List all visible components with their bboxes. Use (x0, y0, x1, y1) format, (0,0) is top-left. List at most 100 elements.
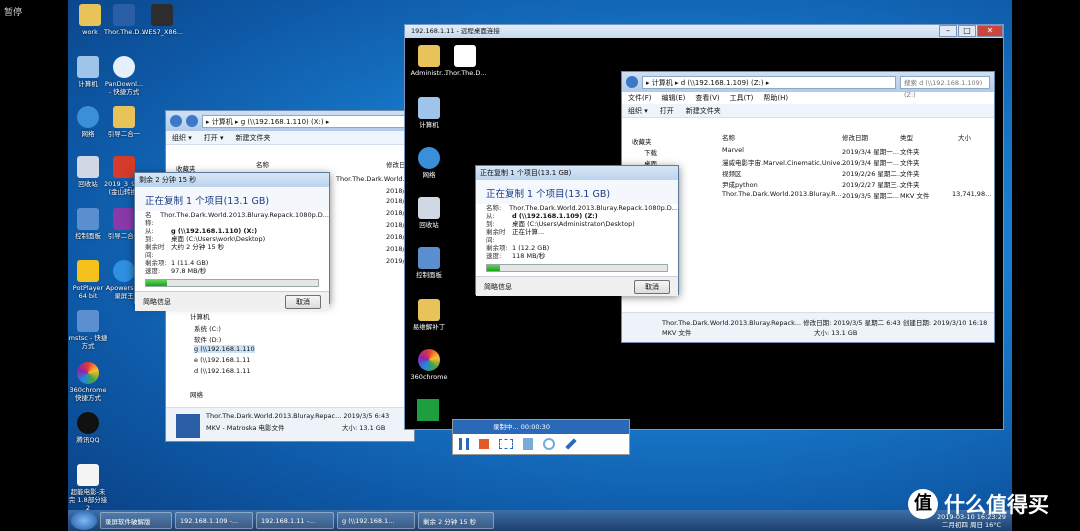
copy-dialog-remote[interactable]: 正在复制 1 个项目(13.1 GB) 正在复制 1 个项目(13.1 GB) … (475, 165, 679, 296)
column-header-date[interactable]: 修改日 (386, 159, 406, 169)
desktop-icon-network[interactable]: 网络 (68, 106, 108, 138)
desktop-icon-potplayer[interactable]: PotPlayer 64 bit (68, 260, 108, 300)
taskbar-item-recorder[interactable]: 录屏软件破解版 (100, 512, 172, 529)
rdp-icon-recycle[interactable]: 回收站 (409, 197, 449, 229)
desktop-icon-mstsc[interactable]: mstsc - 快捷方式 (68, 310, 108, 350)
control-panel-icon (77, 208, 99, 230)
nav-item-computer[interactable]: 计算机 (190, 311, 210, 321)
rdp-icon-control-panel[interactable]: 控制面板 (409, 247, 449, 279)
minimize-button[interactable]: – (939, 25, 957, 37)
search-input[interactable]: 搜索 d (\\192.168.1.109) (Z:) (900, 75, 990, 99)
rdp-icon-patch[interactable]: 易维解补丁 (409, 299, 449, 331)
back-icon[interactable] (170, 115, 182, 127)
value-speed: 118 MB/秒 (512, 252, 546, 260)
region-icon[interactable] (499, 439, 513, 449)
less-info-toggle[interactable]: 简略信息 (143, 297, 171, 307)
network-icon (77, 106, 99, 128)
rdp-icon-computer[interactable]: 计算机 (409, 97, 449, 129)
document-icon (77, 464, 99, 486)
pen-icon[interactable] (565, 438, 577, 450)
desktop-icon-doc[interactable]: 超能电影-未完 1.8部分接 2 (68, 464, 108, 512)
start-button[interactable] (71, 511, 97, 530)
column-header-size[interactable]: 大小 (958, 132, 971, 142)
computer-icon (418, 97, 440, 119)
value-remaining: 正在计算... (512, 228, 545, 236)
remote-desktop-window[interactable]: 192.168.1.11 - 远程桌面连接 – □ ✕ Administr... T… (404, 24, 1004, 430)
organize-button[interactable]: 组织 ▾ (628, 106, 648, 116)
file-name[interactable]: 视频区 (722, 168, 742, 178)
column-header-type[interactable]: 类型 (900, 132, 913, 142)
rdp-icon-network[interactable]: 网络 (409, 147, 449, 179)
desktop-icon-thor[interactable]: Thor.The.D... (104, 4, 146, 36)
pause-icon[interactable] (459, 438, 469, 450)
rdp-icon-thor[interactable]: Thor.The.D... (445, 45, 487, 77)
label-items: 剩余项: (486, 244, 508, 252)
address-input[interactable]: ▸ 计算机 ▸ g (\\192.168.1.110) (X:) ▸ (202, 114, 410, 128)
close-button[interactable]: ✕ (977, 25, 1003, 37)
nav-item-c[interactable]: 系统 (C:) (194, 323, 221, 333)
column-header-date[interactable]: 修改日期 (842, 132, 868, 142)
desktop-icon-pandownload[interactable]: PanDownl... - 快捷方式 (104, 56, 144, 96)
brush-icon[interactable] (523, 438, 533, 450)
menu-tools[interactable]: 工具(T) (730, 93, 754, 103)
recorder-status: 录制中... 00:00:30 (453, 420, 629, 434)
taskbar-item-rdp-109[interactable]: 192.168.1.109 -... (175, 512, 253, 529)
cancel-button[interactable]: 取消 (634, 279, 670, 294)
address-input[interactable]: ▸ 计算机 ▸ d (\\192.168.1.109) (Z:) ▸ (642, 75, 896, 89)
file-name[interactable]: Thor.The.Dark.World.2013.Bluray.R... (722, 190, 842, 198)
nav-item-d[interactable]: 软件 (D:) (194, 334, 221, 344)
screen-recorder-toolbar[interactable]: 录制中... 00:00:30 (452, 419, 630, 455)
dialog-title: 剩余 2 分钟 15 秒 (135, 173, 329, 187)
nav-item-network[interactable]: 网络 (190, 389, 203, 399)
forward-icon[interactable] (186, 115, 198, 127)
taskbar-item-copy[interactable]: 剩余 2 分钟 15 秒 (418, 512, 494, 529)
file-type: 文件夹 (900, 170, 920, 178)
desktop-icon-computer[interactable]: 计算机 (68, 56, 108, 88)
progress-fill (487, 265, 500, 271)
webcam-icon[interactable] (543, 438, 555, 450)
desktop-icon-recycle[interactable]: 回收站 (68, 156, 108, 188)
desktop-icon-360chrome[interactable]: 360chrome 快捷方式 (68, 362, 108, 402)
label-from: 从: (145, 227, 154, 235)
rdp-icon-360chrome[interactable]: 360chrome (409, 349, 449, 381)
less-info-toggle[interactable]: 简略信息 (484, 282, 512, 292)
folder-icon (418, 299, 440, 321)
pause-label[interactable]: 暂停 (4, 5, 22, 18)
organize-button[interactable]: 组织 ▾ (172, 133, 192, 143)
file-name[interactable]: 尹成python (722, 179, 758, 189)
desktop-icon-qq[interactable]: 腾讯QQ (68, 412, 108, 444)
copy-progress-bar (145, 279, 319, 287)
open-button[interactable]: 打开 ▾ (204, 133, 224, 143)
desktop-icon-control-panel[interactable]: 控制面板 (68, 208, 108, 240)
value-remaining: 大约 2 分钟 15 秒 (171, 243, 225, 251)
back-icon[interactable] (626, 76, 638, 88)
nav-item-d-remote[interactable]: d (\\192.168.1.11 (194, 367, 251, 375)
stop-icon[interactable] (479, 439, 489, 449)
copy-dialog-local[interactable]: 剩余 2 分钟 15 秒 正在复制 1 个项目(13.1 GB) 名称: Thor… (134, 172, 330, 311)
nav-favorites[interactable]: 收藏夹 (632, 136, 652, 146)
taskbar-item-explorer-g[interactable]: g (\\192.168.1... (337, 512, 415, 529)
cancel-button[interactable]: 取消 (285, 294, 321, 309)
column-header-name[interactable]: 名称 (256, 159, 269, 169)
label-name: 名称: (145, 211, 154, 227)
new-folder-button[interactable]: 新建文件夹 (236, 133, 271, 143)
nav-downloads[interactable]: 下载 (644, 147, 657, 157)
taskbar-item-rdp-11[interactable]: 192.168.1.11 -... (256, 512, 334, 529)
details-file-type: MKV - Matroska 电影文件 (206, 424, 285, 432)
open-button[interactable]: 打开 (660, 106, 674, 116)
file-name[interactable]: Marvel (722, 146, 744, 154)
file-name[interactable]: 漫威电影宇宙.Marvel.Cinematic.Unive... (722, 157, 847, 167)
desktop-icon-wes7[interactable]: WES7_X86... (142, 4, 183, 36)
menu-file[interactable]: 文件(F) (628, 93, 652, 103)
desktop-icon-boot1[interactable]: 引导二合一 (104, 106, 144, 138)
utorrent-icon[interactable] (417, 399, 439, 421)
maximize-button[interactable]: □ (958, 25, 976, 37)
menu-view[interactable]: 查看(V) (695, 93, 719, 103)
nav-item-e[interactable]: e (\\192.168.1.11 (194, 356, 250, 364)
column-header-name[interactable]: 名称 (722, 132, 735, 142)
rdp-icon-admin[interactable]: Administr... (409, 45, 449, 77)
menu-edit[interactable]: 编辑(E) (662, 93, 686, 103)
menu-help[interactable]: 帮助(H) (763, 93, 788, 103)
nav-item-g[interactable]: g (\\192.168.1.110 (194, 345, 255, 353)
new-folder-button[interactable]: 新建文件夹 (686, 106, 721, 116)
